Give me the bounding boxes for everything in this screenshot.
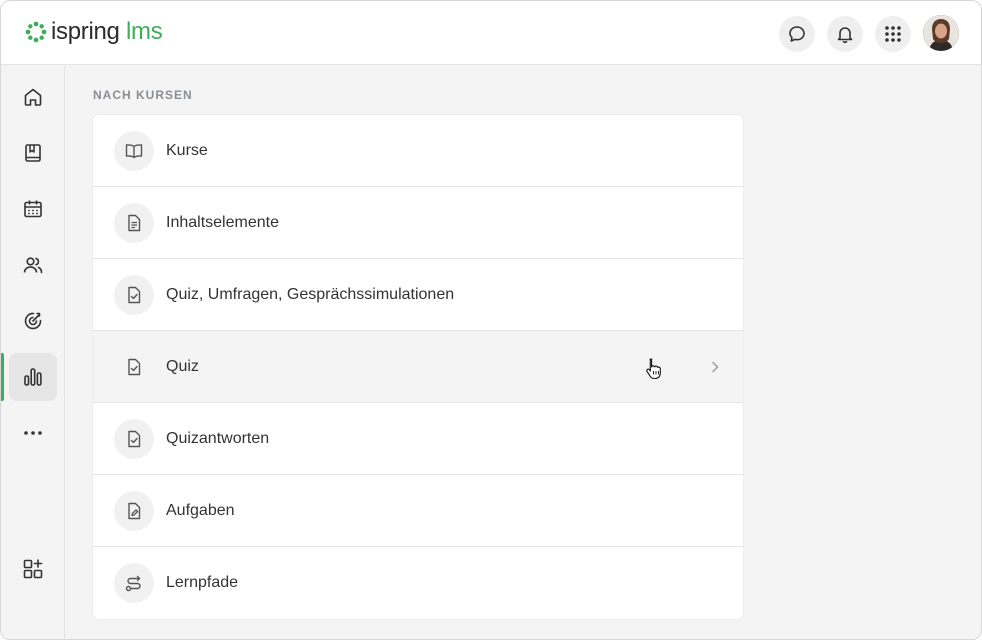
list-item-quiz-answers[interactable]: Quizantworten xyxy=(93,403,743,475)
users-icon xyxy=(23,257,43,274)
avatar-image xyxy=(923,15,959,51)
reports-chart-icon xyxy=(24,368,42,386)
row-icon-container xyxy=(114,419,154,459)
chevron-right-icon[interactable] xyxy=(707,359,723,375)
sidebar-item-goals[interactable] xyxy=(9,297,57,345)
row-icon-container xyxy=(114,275,154,315)
sidebar-item-calendar[interactable] xyxy=(9,185,57,233)
list-item-assignments[interactable]: Aufgaben xyxy=(93,475,743,547)
logo-text-ispring: ispring xyxy=(51,18,120,45)
sidebar-item-add-widget[interactable] xyxy=(9,545,57,593)
list-item-label: Kurse xyxy=(166,142,208,159)
row-icon-container xyxy=(114,491,154,531)
list-item-label: Quizantworten xyxy=(166,430,270,447)
list-item-label: Lernpfade xyxy=(166,574,239,591)
sidebar-item-users[interactable] xyxy=(9,241,57,289)
target-icon xyxy=(24,312,42,330)
add-widget-icon xyxy=(23,559,43,579)
more-icon xyxy=(24,431,42,435)
logo-text-lms: lms xyxy=(125,18,163,45)
list-item-label: Quiz, Umfragen, Gesprächssimulationen xyxy=(166,286,455,303)
section-title: NACH KURSEN xyxy=(93,88,193,102)
route-icon xyxy=(125,575,141,592)
app-window: ispring lms NACH KURSEN Kurse Inhaltsele… xyxy=(0,0,982,640)
list-item-courses[interactable]: Kurse xyxy=(93,115,743,187)
hand-cursor-icon xyxy=(646,358,661,380)
ispring-logo-icon xyxy=(25,21,47,43)
apps-grid-icon xyxy=(885,26,901,42)
sidebar-item-home[interactable] xyxy=(9,73,57,121)
top-header: ispring lms xyxy=(1,1,981,65)
calendar-icon xyxy=(24,200,42,218)
check-document-icon xyxy=(128,430,141,448)
document-icon xyxy=(128,214,141,232)
notifications-button[interactable] xyxy=(827,16,863,52)
list-item-label: Inhaltselemente xyxy=(166,214,279,231)
book-icon xyxy=(25,144,41,162)
list-item-content-items[interactable]: Inhaltselemente xyxy=(93,187,743,259)
check-document-icon xyxy=(128,358,141,376)
chat-button[interactable] xyxy=(779,16,815,52)
list-item-quiz-surveys-simulations[interactable]: Quiz, Umfragen, Gesprächssimulationen xyxy=(93,259,743,331)
row-icon-container xyxy=(114,347,154,387)
sidebar-item-more[interactable] xyxy=(9,409,57,457)
sidebar-item-courses[interactable] xyxy=(9,129,57,177)
ispring-logo[interactable]: ispring lms xyxy=(25,18,163,46)
book-open-icon xyxy=(125,144,143,159)
row-icon-container xyxy=(114,563,154,603)
check-document-icon xyxy=(128,286,141,304)
list-item-learning-paths[interactable]: Lernpfade xyxy=(93,547,743,619)
sidebar-item-reports[interactable] xyxy=(9,353,57,401)
sidebar-active-indicator xyxy=(1,353,4,401)
chat-icon xyxy=(789,26,805,42)
bell-icon xyxy=(837,27,853,44)
edit-document-icon xyxy=(128,502,141,520)
user-avatar[interactable] xyxy=(923,15,959,51)
apps-button[interactable] xyxy=(875,16,911,52)
home-icon xyxy=(24,88,42,106)
row-icon-container xyxy=(114,131,154,171)
sidebar xyxy=(1,66,65,639)
list-item-label: Aufgaben xyxy=(166,502,235,519)
list-item-label: Quiz xyxy=(166,358,199,375)
logo-text: ispring lms xyxy=(51,18,163,46)
row-icon-container xyxy=(114,203,154,243)
